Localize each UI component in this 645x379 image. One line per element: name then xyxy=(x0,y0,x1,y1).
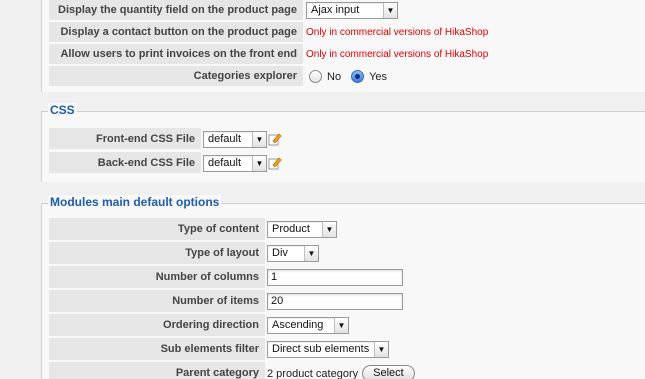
edit-icon[interactable] xyxy=(268,156,282,170)
categories-explorer-label: Categories explorer xyxy=(49,66,303,87)
chevron-down-icon: ▼ xyxy=(252,131,266,147)
row-ordering-direction: Ordering direction Ascending ▼ xyxy=(49,314,645,337)
row-type-of-content: Type of content Product ▼ xyxy=(49,218,645,241)
row-sub-elements-filter: Sub elements filter Direct sub elements … xyxy=(49,338,645,361)
parent-category-label: Parent category xyxy=(49,362,265,379)
commercial-only-notice: Only in commercial versions of HikaShop xyxy=(306,49,489,60)
parent-category-value: 2 product category xyxy=(267,367,359,379)
row-print-invoices: Allow users to print invoices on the fro… xyxy=(49,44,645,66)
chevron-down-icon: ▼ xyxy=(252,155,266,171)
row-backend-css: Back-end CSS File default ▼ xyxy=(49,152,645,174)
chevron-down-icon: ▼ xyxy=(304,246,318,261)
quantity-field-label: Display the quantity field on the produc… xyxy=(49,0,303,21)
radio-no-label: No xyxy=(327,70,342,83)
ordering-direction-label: Ordering direction xyxy=(49,314,265,337)
row-frontend-css: Front-end CSS File default ▼ xyxy=(49,128,645,150)
ordering-direction-select[interactable]: Ascending ▼ xyxy=(267,317,349,334)
backend-css-label: Back-end CSS File xyxy=(49,152,201,174)
chevron-down-icon: ▼ xyxy=(383,3,397,18)
quantity-field-select[interactable]: Ajax input ▼ xyxy=(306,2,398,19)
number-of-items-input[interactable]: 20 xyxy=(267,293,403,310)
row-contact-button: Display a contact button on the product … xyxy=(49,22,645,44)
product-options-section: Display the quantity field on the produc… xyxy=(41,0,645,92)
row-number-of-columns: Number of columns 1 xyxy=(49,266,645,289)
frontend-css-select[interactable]: default ▼ xyxy=(203,130,267,148)
chevron-down-icon: ▼ xyxy=(322,222,336,237)
edit-icon[interactable] xyxy=(268,132,282,146)
modules-section: Modules main default options Type of con… xyxy=(41,195,645,379)
css-legend: CSS xyxy=(48,103,77,117)
frontend-css-label: Front-end CSS File xyxy=(49,128,201,150)
type-of-layout-label: Type of layout xyxy=(49,242,265,265)
configuration-page: Display the quantity field on the produc… xyxy=(0,0,645,379)
backend-css-select[interactable]: default ▼ xyxy=(203,154,267,172)
chevron-down-icon: ▼ xyxy=(374,342,388,357)
row-number-of-items: Number of items 20 xyxy=(49,290,645,313)
row-quantity-field: Display the quantity field on the produc… xyxy=(49,0,645,22)
type-of-content-label: Type of content xyxy=(49,218,265,241)
row-parent-category: Parent category 2 product category Selec… xyxy=(49,362,645,379)
radio-yes-label: Yes xyxy=(369,70,388,83)
number-of-items-label: Number of items xyxy=(49,290,265,313)
print-invoices-label: Allow users to print invoices on the fro… xyxy=(49,44,303,65)
css-section: CSS Front-end CSS File default ▼ Back-en… xyxy=(41,103,645,182)
modules-legend: Modules main default options xyxy=(48,195,222,209)
row-type-of-layout: Type of layout Div ▼ xyxy=(49,242,645,265)
sub-elements-filter-label: Sub elements filter xyxy=(49,338,265,361)
type-of-layout-select[interactable]: Div ▼ xyxy=(267,245,319,262)
type-of-content-select[interactable]: Product ▼ xyxy=(267,221,337,238)
number-of-columns-input[interactable]: 1 xyxy=(267,269,403,286)
select-category-button[interactable]: Select xyxy=(362,365,415,379)
commercial-only-notice: Only in commercial versions of HikaShop xyxy=(306,27,489,38)
number-of-columns-label: Number of columns xyxy=(49,266,265,289)
contact-button-label: Display a contact button on the product … xyxy=(49,22,303,43)
sub-elements-filter-select[interactable]: Direct sub elements ▼ xyxy=(267,341,389,358)
radio-yes[interactable] xyxy=(351,70,365,83)
row-categories-explorer: Categories explorer No Yes xyxy=(49,66,645,88)
radio-no[interactable] xyxy=(309,70,322,83)
chevron-down-icon: ▼ xyxy=(334,318,348,333)
